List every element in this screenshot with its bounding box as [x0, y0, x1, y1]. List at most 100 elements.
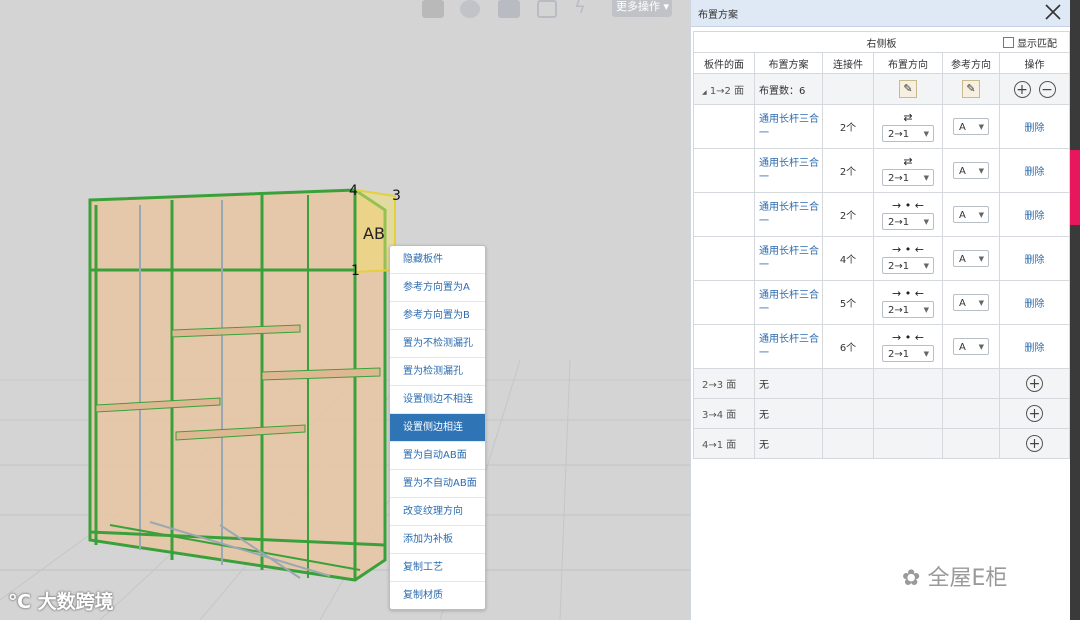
direction-select[interactable]: 2→1 ▼ — [882, 300, 934, 318]
row-face-cell — [693, 236, 755, 281]
context-menu[interactable]: 隐藏板件 参考方向置为A 参考方向置为B 置为不检测漏孔 置为检测漏孔 设置侧边… — [389, 245, 486, 610]
add-circle-icon[interactable]: + — [1026, 405, 1044, 422]
show-match-toggle[interactable]: 显示匹配 — [1003, 35, 1057, 50]
menu-item-ref-dir-b[interactable]: 参考方向置为B — [390, 302, 485, 330]
menu-item-hole-check[interactable]: 置为检测漏孔 — [390, 358, 485, 386]
group-row[interactable]: ◢ 1→2 面 布置数：6 ✎ ✎ + − — [693, 73, 1071, 105]
right-edge-strip — [1070, 0, 1080, 620]
row-direction-cell: → • ← 2→1 ▼ — [873, 192, 943, 237]
remove-circle-icon[interactable]: − — [1038, 80, 1056, 98]
storage-icon[interactable] — [422, 0, 444, 18]
row-scheme-link[interactable]: 通用长杆三合一 — [754, 236, 823, 281]
vertex-label-3: 3 — [392, 188, 401, 204]
menu-item-copy-material[interactable]: 复制材质 — [390, 582, 485, 609]
scheme-row[interactable]: 通用长杆三合一 4个 → • ← 2→1 ▼ A ▼ 删除 — [693, 236, 1071, 281]
row-connector-count: 2个 — [822, 192, 874, 237]
delete-link[interactable]: 删除 — [1025, 343, 1045, 354]
scheme-row[interactable]: 通用长杆三合一 2个 ⇄ 2→1 ▼ A ▼ 删除 — [693, 104, 1071, 149]
row-scheme-link[interactable]: 通用长杆三合一 — [754, 104, 823, 149]
group-face-cell[interactable]: ◢ 1→2 面 — [693, 73, 755, 105]
row-scheme-link[interactable]: 通用长杆三合一 — [754, 148, 823, 193]
row-face-cell — [693, 324, 755, 369]
direction-select[interactable]: 2→1 ▼ — [882, 212, 934, 230]
direction-value: 2→1 — [888, 172, 910, 184]
menu-item-no-hole-check[interactable]: 置为不检测漏孔 — [390, 330, 485, 358]
scheme-row[interactable]: 通用长杆三合一 5个 → • ← 2→1 ▼ A ▼ 删除 — [693, 280, 1071, 325]
direction-value: 2→1 — [888, 216, 910, 228]
direction-value: 2→1 — [888, 304, 910, 316]
other-face-row[interactable]: 3→4 面无 + — [693, 398, 1071, 429]
menu-item-copy-craft[interactable]: 复制工艺 — [390, 554, 485, 582]
ref-direction-select[interactable]: A ▼ — [953, 118, 989, 135]
menu-item-side-unconnected[interactable]: 设置侧边不相连 — [390, 386, 485, 414]
layout-scheme-panel: 布置方案 右侧板 显示匹配 板件的面 布置方案 连接件 布置方向 参考方向 操作 — [690, 0, 1071, 620]
collapse-triangle-icon[interactable]: ◢ — [702, 89, 707, 96]
col-header-connector: 连接件 — [822, 52, 874, 74]
menu-item-hide-panel[interactable]: 隐藏板件 — [390, 246, 485, 274]
add-circle-icon[interactable]: + — [1026, 435, 1044, 452]
section-header: 右侧板 显示匹配 — [692, 31, 1071, 53]
row-scheme-link[interactable]: 通用长杆三合一 — [754, 324, 823, 369]
direction-select[interactable]: 2→1 ▼ — [882, 256, 934, 274]
row-scheme-link[interactable]: 通用长杆三合一 — [754, 280, 823, 325]
menu-item-add-patch[interactable]: 添加为补板 — [390, 526, 485, 554]
row-connector-count: 5个 — [822, 280, 874, 325]
row-face-cell — [693, 280, 755, 325]
add-circle-icon[interactable]: + — [1013, 80, 1031, 98]
other-face-row[interactable]: 2→3 面无 + — [693, 368, 1071, 399]
ref-direction-select[interactable]: A ▼ — [953, 338, 989, 355]
row-scheme-link[interactable]: 通用长杆三合一 — [754, 192, 823, 237]
copy-icon[interactable] — [498, 0, 520, 18]
show-match-checkbox[interactable] — [1003, 37, 1015, 48]
chevron-down-icon: ▼ — [923, 129, 929, 138]
menu-item-ref-dir-a[interactable]: 参考方向置为A — [390, 274, 485, 302]
ref-direction-value: A — [959, 342, 966, 353]
delete-link[interactable]: 删除 — [1025, 211, 1045, 222]
menu-item-grain-direction[interactable]: 改变纹理方向 — [390, 498, 485, 526]
direction-select[interactable]: 2→1 ▼ — [882, 344, 934, 362]
direction-arrow-icon: → • ← — [892, 330, 924, 344]
delete-link[interactable]: 删除 — [1025, 123, 1045, 134]
col-header-direction: 布置方向 — [873, 52, 943, 74]
scheme-row[interactable]: 通用长杆三合一 6个 → • ← 2→1 ▼ A ▼ 删除 — [693, 324, 1071, 369]
ref-direction-select[interactable]: A ▼ — [953, 162, 989, 179]
ref-direction-value: A — [959, 166, 966, 177]
direction-value: 2→1 — [888, 348, 910, 360]
row-action-cell: 删除 — [998, 236, 1071, 281]
other-face-value: 无 — [754, 428, 823, 459]
fullscreen-icon[interactable] — [537, 0, 557, 18]
delete-link[interactable]: 删除 — [1025, 167, 1045, 178]
cabinet-3d-scene[interactable] — [0, 0, 690, 620]
target-icon[interactable] — [460, 0, 480, 18]
ref-direction-select[interactable]: A ▼ — [953, 294, 989, 311]
other-face-row[interactable]: 4→1 面无 + — [693, 428, 1071, 459]
ref-direction-select[interactable]: A ▼ — [953, 206, 989, 223]
scheme-row[interactable]: 通用长杆三合一 2个 ⇄ 2→1 ▼ A ▼ 删除 — [693, 148, 1071, 193]
add-circle-icon[interactable]: + — [1026, 375, 1044, 392]
col-header-face: 板件的面 — [693, 52, 755, 74]
more-ops-label: 更多操作 — [616, 0, 660, 13]
3d-viewport[interactable]: ϟ 更多操作 ▾ 4 3 1 AB 隐藏板件 参考方向置为A 参考方向置为B 置… — [0, 0, 690, 620]
close-icon[interactable] — [1043, 2, 1063, 22]
other-face-label: 4→1 面 — [693, 428, 755, 459]
direction-select[interactable]: 2→1 ▼ — [882, 124, 934, 142]
scheme-row[interactable]: 通用长杆三合一 2个 → • ← 2→1 ▼ A ▼ 删除 — [693, 192, 1071, 237]
ab-face-label: AB — [363, 224, 385, 243]
lightning-icon[interactable]: ϟ — [574, 0, 596, 18]
menu-item-auto-ab[interactable]: 置为自动AB面 — [390, 442, 485, 470]
menu-item-no-auto-ab[interactable]: 置为不自动AB面 — [390, 470, 485, 498]
row-connector-count: 2个 — [822, 148, 874, 193]
delete-link[interactable]: 删除 — [1025, 299, 1045, 310]
row-action-cell: 删除 — [998, 148, 1071, 193]
edit-ref-direction-icon[interactable]: ✎ — [962, 80, 980, 98]
row-action-cell: 删除 — [998, 192, 1071, 237]
chevron-down-icon: ▼ — [978, 211, 984, 219]
more-operations-dropdown[interactable]: 更多操作 ▾ — [612, 0, 672, 17]
delete-link[interactable]: 删除 — [1025, 255, 1045, 266]
cabinet-body[interactable] — [88, 188, 396, 582]
edit-direction-icon[interactable]: ✎ — [899, 80, 917, 98]
row-direction-cell: → • ← 2→1 ▼ — [873, 324, 943, 369]
direction-select[interactable]: 2→1 ▼ — [882, 168, 934, 186]
menu-item-side-connected[interactable]: 设置侧边相连 — [390, 414, 485, 442]
ref-direction-select[interactable]: A ▼ — [953, 250, 989, 267]
